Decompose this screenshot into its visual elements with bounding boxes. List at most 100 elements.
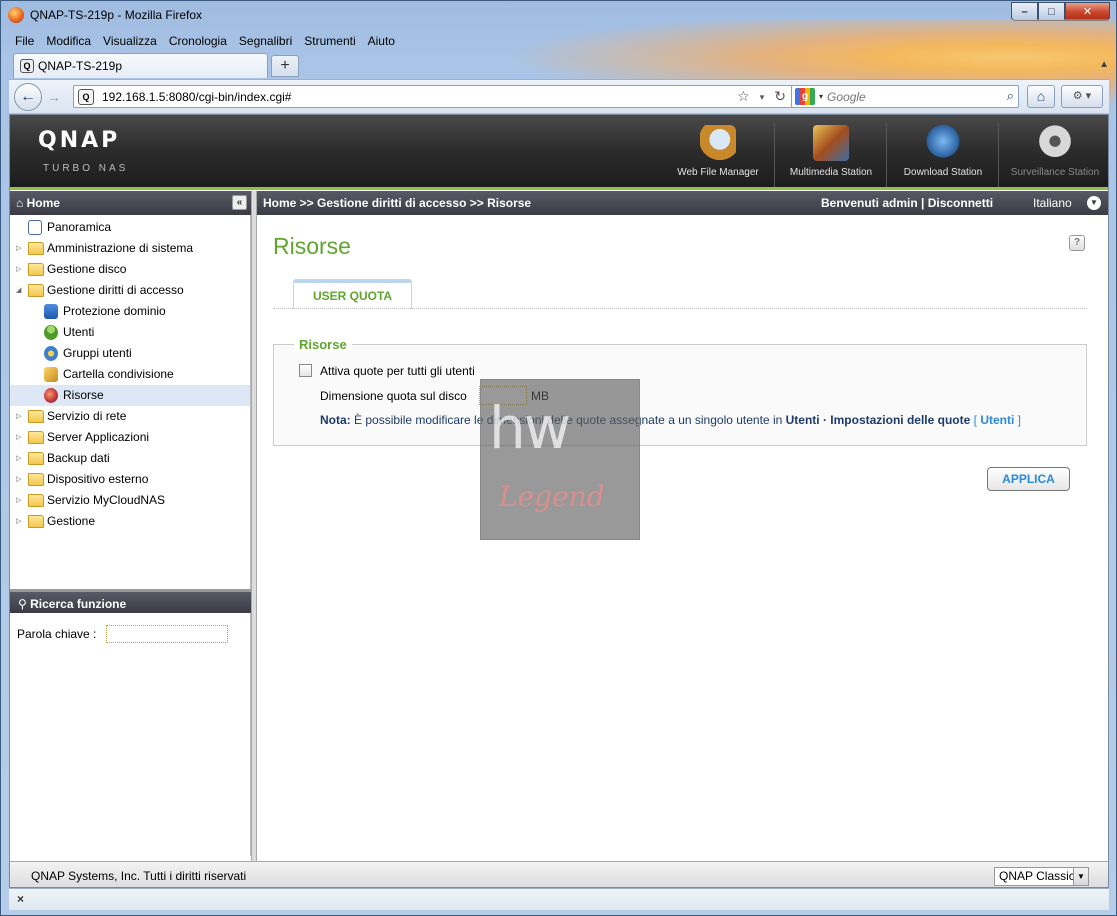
url-text[interactable]: 192.168.1.5:8080/cgi-bin/index.cgi#: [102, 90, 291, 104]
download-station-app[interactable]: Download Station: [886, 123, 998, 187]
copyright-text: QNAP Systems, Inc. Tutti i diritti riser…: [31, 869, 247, 883]
sidebar-item-label: Backup dati: [47, 451, 110, 465]
google-logo-icon[interactable]: g: [795, 88, 815, 105]
watermark-legend: Legend: [499, 480, 605, 513]
enable-quota-label[interactable]: Attiva quote per tutti gli utenti: [320, 364, 475, 378]
sidebar-item-utenti[interactable]: Utenti: [10, 322, 250, 343]
expand-arrow-icon[interactable]: ▷: [16, 448, 21, 469]
menu-modifica[interactable]: Modifica: [40, 32, 97, 50]
sidebar-item-servizio-rete[interactable]: ▷ Servizio di rete: [10, 406, 250, 427]
turbo-nas-label: Turbo NAS: [43, 163, 129, 174]
sidebar-item-panoramica[interactable]: Panoramica: [10, 217, 250, 238]
collapse-sidebar-button[interactable]: «: [232, 195, 247, 210]
close-button[interactable]: ✕: [1065, 2, 1110, 21]
expand-arrow-icon[interactable]: ▷: [16, 469, 21, 490]
welcome-logout[interactable]: Benvenuti admin | Disconnetti: [821, 191, 993, 215]
sidebar-item-dispositivo-esterno[interactable]: ▷ Dispositivo esterno: [10, 469, 250, 490]
menu-cronologia[interactable]: Cronologia: [163, 32, 233, 50]
search-bar[interactable]: g ▾ Google ⌕: [791, 85, 1019, 108]
help-icon[interactable]: ?: [1069, 235, 1085, 251]
url-bar-icons: ☆ ▾ ↻: [737, 88, 786, 106]
chevron-down-icon[interactable]: ▼: [1073, 868, 1088, 885]
sidebar-item-server-applicazioni[interactable]: ▷ Server Applicazioni: [10, 427, 250, 448]
language-selector[interactable]: Italiano: [1033, 191, 1072, 215]
app-launcher: Web File Manager Multimedia Station Down…: [662, 123, 1108, 187]
menu-visualizza[interactable]: Visualizza: [97, 32, 163, 50]
expand-arrow-icon[interactable]: ▷: [16, 406, 21, 427]
theme-select[interactable]: QNAP Classic ▼: [994, 867, 1089, 886]
new-tab-button[interactable]: +: [271, 55, 299, 77]
menu-strumenti[interactable]: Strumenti: [298, 32, 361, 50]
expand-arrow-icon[interactable]: ▷: [16, 490, 21, 511]
sidebar-item-backup-dati[interactable]: ▷ Backup dati: [10, 448, 250, 469]
download-station-icon: [925, 125, 961, 161]
sidebar-item-label: Risorse: [63, 388, 104, 402]
expand-arrow-icon[interactable]: ▷: [16, 259, 21, 280]
tab-list-icon[interactable]: ▲: [1099, 59, 1109, 70]
sidebar-item-protezione-dominio[interactable]: Protezione dominio: [10, 301, 250, 322]
minimize-button[interactable]: –: [1011, 2, 1038, 21]
sidebar-item-gestione-disco[interactable]: ▷ Gestione disco: [10, 259, 250, 280]
sidebar-item-label: Gestione: [47, 514, 96, 528]
bookmark-star-icon[interactable]: ☆: [737, 88, 750, 106]
browser-tab[interactable]: Q QNAP-TS-219p: [13, 53, 268, 78]
enable-quota-checkbox[interactable]: [299, 364, 312, 377]
reload-icon[interactable]: ↻: [774, 88, 786, 106]
sidebar-item-risorse[interactable]: Risorse: [10, 385, 250, 406]
note-prefix: Nota:: [320, 413, 351, 427]
sidebar-item-cartella-condivisione[interactable]: Cartella condivisione: [10, 364, 250, 385]
app-label: Surveillance Station: [1010, 167, 1100, 178]
tab-user-quota[interactable]: USER QUOTA: [293, 279, 412, 309]
search-engine-dropdown-icon[interactable]: ▾: [819, 92, 823, 101]
sidebar-item-label: Gestione disco: [47, 262, 127, 276]
title-bar: QNAP-TS-219p - Mozilla Firefox – □ ✕: [1, 1, 1116, 29]
note-bracket-open: [: [970, 413, 981, 427]
sidebar-item-label: Servizio MyCloudNAS: [47, 493, 166, 507]
addon-button[interactable]: ⚙ ▾: [1061, 85, 1103, 108]
expand-arrow-icon[interactable]: ▷: [16, 238, 21, 259]
search-placeholder[interactable]: Google: [827, 90, 866, 104]
surveillance-station-icon: [1037, 125, 1073, 161]
expand-arrow-icon[interactable]: ▷: [16, 427, 21, 448]
sidebar-item-gruppi-utenti[interactable]: Gruppi utenti: [10, 343, 250, 364]
note-path: Utenti · Impostazioni delle quote: [785, 413, 971, 427]
folder-icon: [28, 263, 44, 276]
qnap-logo: QNAP: [38, 128, 121, 153]
home-button[interactable]: ⌂: [1027, 85, 1055, 108]
menu-file[interactable]: File: [9, 32, 40, 50]
browser-window: QNAP-TS-219p - Mozilla Firefox – □ ✕ Fil…: [0, 0, 1117, 916]
multimedia-station-app[interactable]: Multimedia Station: [774, 123, 886, 187]
language-dropdown-icon[interactable]: ▼: [1087, 196, 1101, 210]
sidebar-item-gestione[interactable]: ▷ Gestione: [10, 511, 250, 532]
back-button[interactable]: ←: [14, 83, 42, 111]
sidebar-item-mycloudnas[interactable]: ▷ Servizio MyCloudNAS: [10, 490, 250, 511]
utenti-link[interactable]: Utenti: [980, 413, 1014, 427]
main-panel: Risorse ? USER QUOTA Risorse Attiva quot…: [257, 215, 1108, 861]
collapse-arrow-icon[interactable]: ◢: [16, 280, 21, 301]
sidebar-item-gestione-diritti[interactable]: ◢ Gestione diritti di accesso: [10, 280, 250, 301]
apply-button[interactable]: APPLICA: [987, 467, 1070, 491]
shared-folder-icon: [44, 367, 58, 382]
url-dropdown-icon[interactable]: ▾: [760, 88, 765, 106]
app-label: Multimedia Station: [789, 167, 873, 178]
page-title: Risorse: [273, 233, 351, 259]
sidebar-item-label: Utenti: [63, 325, 95, 339]
keyword-input[interactable]: [106, 625, 228, 643]
surveillance-station-app[interactable]: Surveillance Station: [998, 123, 1108, 187]
sidebar-item-amministrazione[interactable]: ▷ Amministrazione di sistema: [10, 238, 250, 259]
page-content: QNAP Turbo NAS Web File Manager Multimed…: [9, 114, 1109, 888]
close-addon-bar-icon[interactable]: ×: [17, 892, 24, 906]
menu-segnalibri[interactable]: Segnalibri: [233, 32, 298, 50]
main-header: Home >> Gestione diritti di accesso >> R…: [257, 191, 1108, 215]
forward-button[interactable]: →: [43, 88, 65, 106]
site-identity-icon[interactable]: Q: [78, 88, 94, 105]
sidebar-item-label: Server Applicazioni: [47, 430, 150, 444]
web-file-manager-app[interactable]: Web File Manager: [662, 123, 774, 187]
url-bar[interactable]: Q 192.168.1.5:8080/cgi-bin/index.cgi# ☆ …: [73, 85, 793, 108]
sidebar-home-label[interactable]: Home: [27, 196, 60, 210]
expand-arrow-icon[interactable]: ▷: [16, 511, 21, 532]
search-magnifier-icon[interactable]: ⌕: [1007, 88, 1014, 104]
maximize-button[interactable]: □: [1038, 2, 1065, 21]
breadcrumb[interactable]: Home >> Gestione diritti di accesso >> R…: [263, 191, 531, 215]
menu-aiuto[interactable]: Aiuto: [362, 32, 401, 50]
